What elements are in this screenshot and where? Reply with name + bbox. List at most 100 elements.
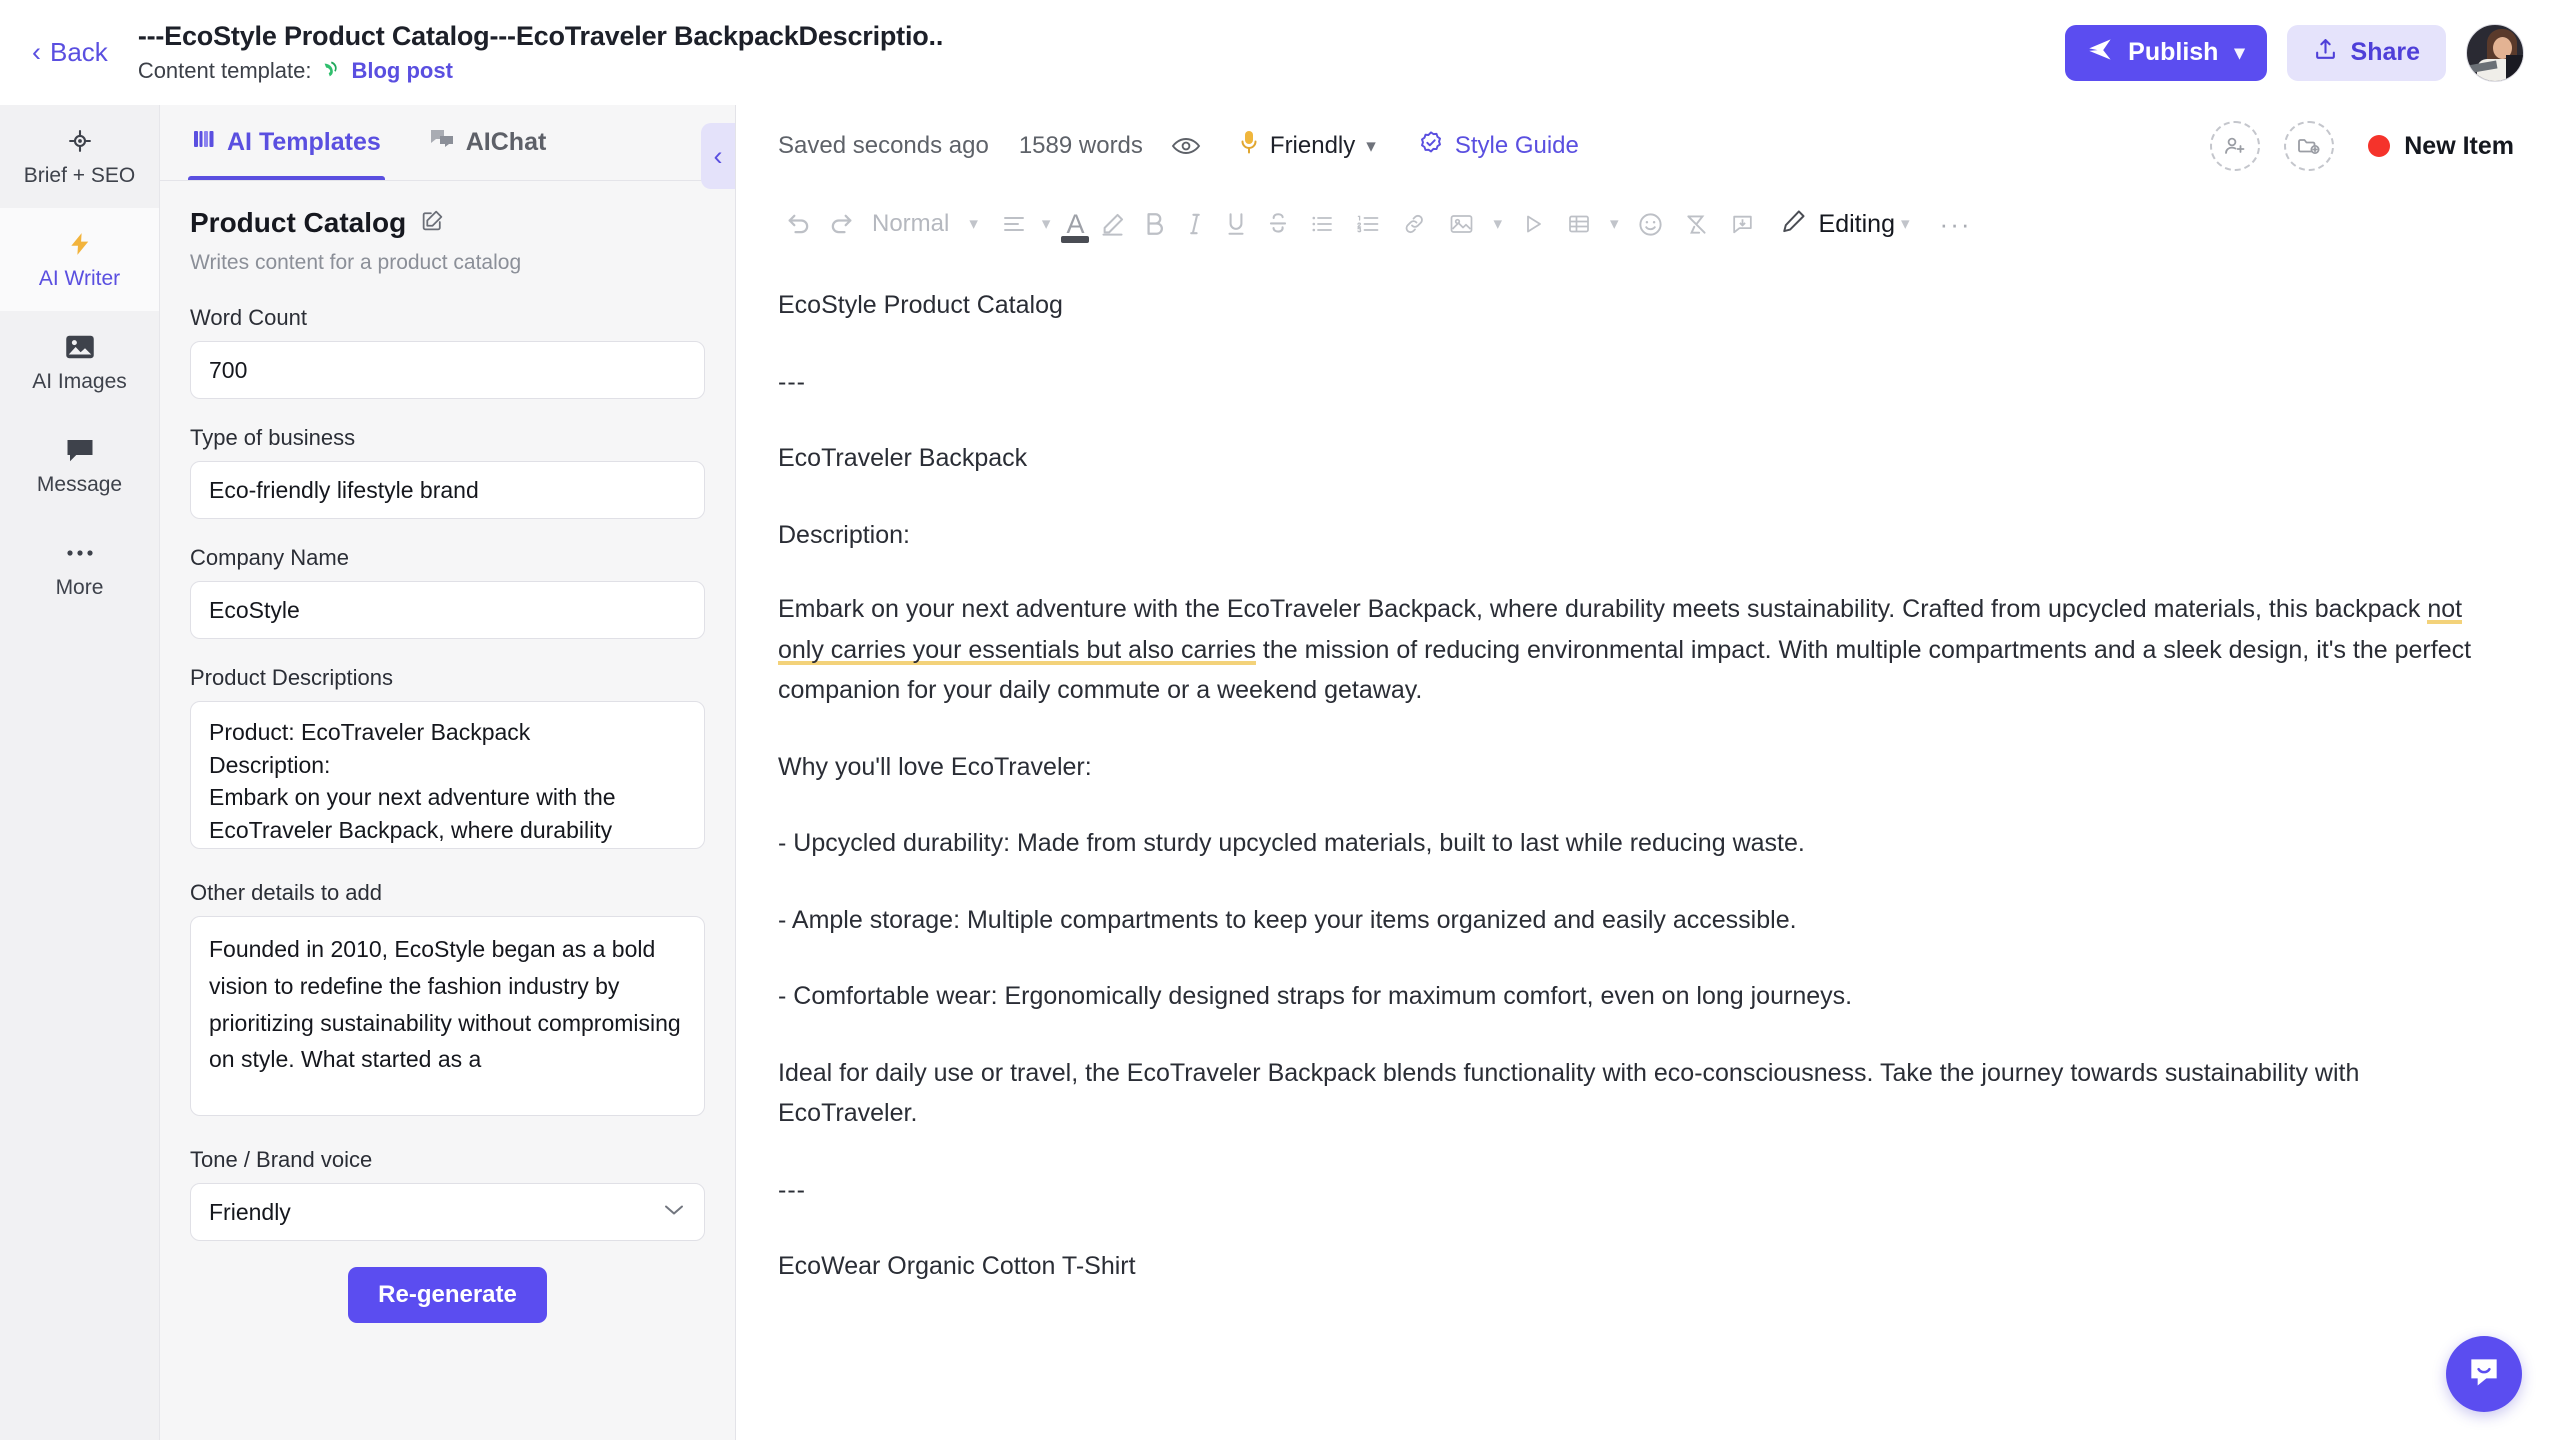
page-title: ---EcoStyle Product Catalog---EcoTravele…: [137, 21, 944, 51]
tone-value: Friendly: [1269, 132, 1356, 159]
collapse-panel-button[interactable]: ‹: [701, 123, 735, 189]
content-template-row: Content template: Blog post: [138, 58, 2039, 84]
add-to-folder-button[interactable]: [2284, 121, 2335, 171]
template-name-row: Product Catalog: [190, 207, 705, 239]
doc-paragraph-highlighted: Embark on your next adventure with the E…: [778, 589, 2494, 711]
word-count-status: 1589 words: [1018, 132, 1143, 159]
undo-icon[interactable]: [778, 202, 820, 246]
redo-icon[interactable]: [820, 202, 862, 246]
editor-pane: Saved seconds ago 1589 words Friendly ▾: [736, 105, 2560, 1440]
type-of-business-input[interactable]: [190, 461, 705, 519]
chevron-down-icon[interactable]: ▾: [1485, 214, 1510, 234]
sidebar-item-message[interactable]: Message: [0, 414, 159, 517]
publish-button[interactable]: Publish ▾: [2065, 24, 2267, 81]
tab-label: AIChat: [465, 128, 547, 156]
tab-aichat[interactable]: AIChat: [425, 105, 565, 180]
field-label: Company Name: [190, 545, 349, 570]
field-label: Other details to add: [190, 880, 383, 905]
invite-collaborator-button[interactable]: [2210, 121, 2261, 171]
numbered-list-icon[interactable]: [1345, 202, 1391, 246]
style-guide-button[interactable]: Style Guide: [1418, 130, 1579, 163]
link-icon[interactable]: [1391, 202, 1438, 246]
block-format-select[interactable]: Normal: [862, 210, 963, 238]
emoji-icon[interactable]: [1627, 202, 1674, 246]
insert-image-icon[interactable]: [1438, 202, 1485, 246]
status-dot: [2368, 135, 2391, 157]
align-icon[interactable]: [994, 202, 1034, 246]
insert-video-icon[interactable]: [1510, 202, 1556, 246]
chevron-down-icon[interactable]: ▾: [1602, 214, 1627, 234]
tone-dropdown[interactable]: Friendly ▾: [1239, 129, 1376, 164]
template-panel: ‹ AI Templates AIChat Product Catalog Wr…: [160, 105, 736, 1440]
chevron-left-icon: ‹: [713, 140, 723, 171]
bulleted-list-icon[interactable]: [1299, 202, 1345, 246]
editor-format-toolbar: Normal ▾ ▾ A ▾ ▾ Editing ▾ ···: [736, 187, 2560, 261]
chevron-down-icon: ▾: [2234, 42, 2245, 64]
template-name: Product Catalog: [190, 207, 407, 238]
word-count-input[interactable]: [190, 341, 705, 399]
regenerate-button[interactable]: Re-generate: [348, 1267, 547, 1323]
chat-smile-icon: [2465, 1353, 2503, 1396]
italic-icon[interactable]: [1175, 202, 1215, 246]
tone-select[interactable]: [190, 1183, 705, 1241]
editing-mode-button[interactable]: Editing: [1781, 208, 1895, 241]
field-other-details: Other details to add Founded in 2010, Ec…: [190, 880, 705, 1121]
chevron-left-icon: ‹: [32, 37, 41, 67]
blog-post-icon: [320, 60, 342, 82]
sidebar-item-ai-images[interactable]: AI Images: [0, 311, 159, 414]
style-guide-label: Style Guide: [1454, 132, 1579, 159]
content-template-label: Content template:: [137, 58, 312, 83]
doc-text-pre: Embark on your next adventure with the E…: [778, 595, 2428, 623]
company-name-input[interactable]: [190, 581, 705, 639]
tab-ai-templates[interactable]: AI Templates: [188, 105, 399, 180]
field-label: Type of business: [190, 425, 356, 450]
share-upload-icon: [2313, 37, 2338, 69]
text-color-icon[interactable]: A: [1058, 209, 1092, 243]
field-label: Product Descriptions: [190, 665, 393, 690]
product-descriptions-textarea[interactable]: Product: EcoTraveler Backpack Descriptio…: [190, 701, 705, 849]
share-button[interactable]: Share: [2286, 24, 2446, 81]
editor-status-bar: Saved seconds ago 1589 words Friendly ▾: [736, 105, 2560, 187]
doc-list-item: - Ample storage: Multiple compartments t…: [778, 905, 1797, 934]
doc-list-item: - Comfortable wear: Ergonomically design…: [778, 982, 1853, 1010]
insert-table-icon[interactable]: [1556, 202, 1602, 246]
edit-pencil-icon[interactable]: [420, 208, 445, 238]
back-button[interactable]: ‹ Back: [24, 31, 116, 74]
sidebar-item-label: Brief + SEO: [23, 164, 136, 187]
highlight-color-icon[interactable]: [1092, 202, 1133, 246]
tone-select-wrap: [190, 1183, 705, 1241]
doc-paragraph: Why you'll love EcoTraveler:: [778, 752, 1092, 781]
intercom-chat-button[interactable]: [2446, 1336, 2522, 1412]
new-item-status[interactable]: New Item: [2368, 132, 2514, 161]
sidebar-item-ai-writer[interactable]: AI Writer: [0, 208, 159, 311]
chevron-down-icon[interactable]: ▾: [1034, 214, 1059, 234]
chevron-down-icon[interactable]: ▾: [1895, 214, 1926, 234]
content-template-link[interactable]: Blog post: [351, 58, 452, 84]
bold-icon[interactable]: [1133, 202, 1175, 246]
sidebar-item-more[interactable]: More: [0, 517, 159, 620]
header-actions: Publish ▾ Share: [2065, 23, 2524, 82]
comment-icon[interactable]: [1720, 202, 1765, 246]
left-nav-rail: Brief + SEO AI Writer AI Images Message: [0, 105, 160, 1440]
top-header: ‹ Back ---EcoStyle Product Catalog---Eco…: [0, 0, 2560, 105]
tab-label: AI Templates: [227, 128, 381, 156]
ellipsis-icon: [65, 537, 95, 569]
underline-icon[interactable]: [1215, 202, 1257, 246]
sidebar-item-brief-seo[interactable]: Brief + SEO: [0, 105, 159, 208]
field-label: Tone / Brand voice: [190, 1147, 373, 1172]
doc-paragraph: EcoStyle Product Catalog: [778, 291, 1063, 319]
avatar[interactable]: [2466, 23, 2524, 82]
template-form: Product Catalog Writes content for a pro…: [160, 181, 735, 1440]
strikethrough-icon[interactable]: [1257, 202, 1299, 246]
sidebar-item-label: AI Images: [32, 370, 127, 393]
other-details-textarea[interactable]: Founded in 2010, EcoStyle began as a bol…: [190, 916, 705, 1116]
preview-eye-icon[interactable]: [1171, 135, 1201, 157]
check-badge-icon: [1418, 130, 1444, 163]
chat-bubbles-icon: [429, 127, 455, 158]
chevron-down-icon[interactable]: ▾: [963, 214, 994, 234]
document-body[interactable]: EcoStyle Product Catalog --- EcoTraveler…: [736, 261, 2560, 1440]
clear-formatting-icon[interactable]: [1674, 202, 1720, 246]
toolbar-more-icon[interactable]: ···: [1926, 209, 1972, 240]
field-company-name: Company Name: [190, 545, 705, 639]
app-body: Brief + SEO AI Writer AI Images Message: [0, 105, 2560, 1440]
